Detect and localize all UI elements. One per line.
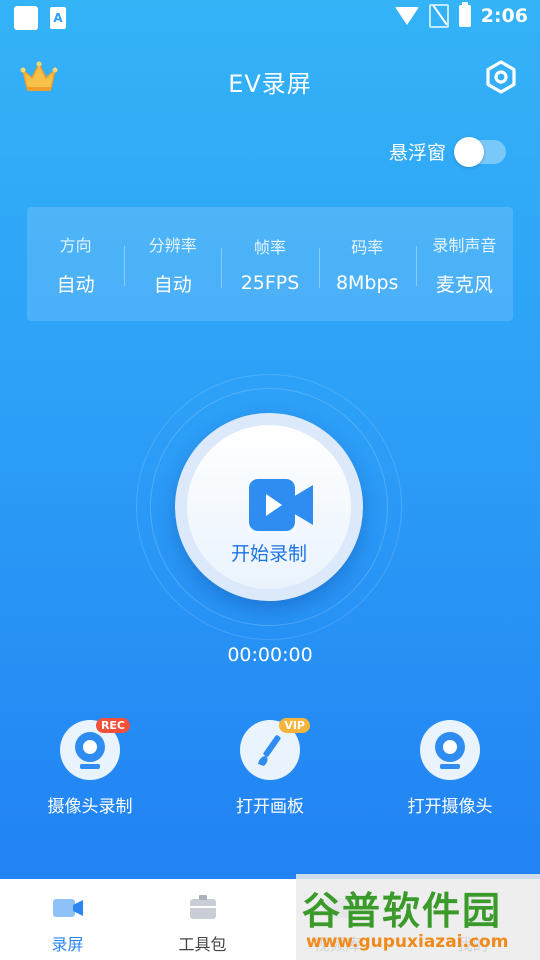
vip-badge: VIP (279, 718, 310, 733)
video-camera-icon (249, 479, 313, 531)
param-audio-source[interactable]: 录制声音 麦克风 (415, 232, 513, 297)
status-time: 2:06 (480, 5, 528, 27)
param-value: 自动 (56, 273, 95, 296)
recording-settings-panel: 方向 自动 分辨率 自动 帧率 25FPS 码率 8Mbps 录制声音 麦克风 (27, 207, 513, 321)
webcam-record-icon: REC (60, 718, 130, 780)
webcam-icon (420, 720, 480, 780)
toolbox-icon (189, 895, 216, 919)
param-bitrate[interactable]: 码率 8Mbps (318, 234, 416, 294)
floating-window-label: 悬浮窗 (388, 142, 446, 164)
floating-window-toggle[interactable] (454, 136, 506, 167)
recording-timer: 00:00:00 (227, 644, 313, 666)
record-tab-icon (52, 899, 83, 917)
watermark-title: 谷普软件园 (302, 889, 503, 933)
app-header: EV录屏 (0, 50, 540, 110)
param-value: 自动 (153, 273, 192, 296)
param-orientation[interactable]: 方向 自动 (27, 232, 124, 297)
param-label: 帧率 (254, 238, 287, 257)
brush-icon: VIP (240, 718, 310, 780)
param-label: 码率 (351, 238, 384, 257)
floating-window-row: 悬浮窗 (388, 136, 506, 167)
app-notification-icon: A (50, 7, 66, 29)
status-bar: A 2:06 (0, 0, 540, 38)
start-record-button[interactable]: 开始录制 (175, 413, 363, 601)
tab-record[interactable]: 录屏 (0, 879, 135, 960)
open-drawing-board-tool[interactable]: VIP 打开画板 (200, 718, 340, 817)
tab-label: 录屏 (51, 935, 84, 954)
settings-icon[interactable] (484, 60, 518, 94)
param-value: 25FPS (240, 272, 300, 294)
tool-label: 打开摄像头 (407, 797, 493, 817)
webcam-record-tool[interactable]: REC 摄像头录制 (20, 718, 160, 817)
tab-label: 工具包 (178, 935, 227, 954)
param-label: 录制声音 (432, 235, 497, 255)
tool-label: 摄像头录制 (47, 797, 133, 817)
watermark: 谷普软件园 www.gupuxiazai.com (296, 874, 540, 960)
tool-label: 打开画板 (236, 797, 304, 817)
param-frame-rate[interactable]: 帧率 25FPS (221, 234, 318, 294)
param-label: 方向 (59, 235, 92, 255)
open-camera-tool[interactable]: 打开摄像头 (380, 720, 520, 817)
tab-toolbox[interactable]: 工具包 (135, 879, 270, 960)
notification-icon (14, 6, 38, 30)
start-record-label: 开始录制 (230, 543, 307, 565)
toggle-knob (454, 136, 484, 167)
battery-icon (458, 2, 471, 27)
param-value: 8Mbps (335, 272, 399, 294)
no-sim-icon (428, 4, 449, 28)
wifi-icon (394, 7, 419, 25)
param-value: 麦克风 (435, 273, 493, 296)
record-button-face: 开始录制 (187, 425, 351, 589)
watermark-url: www.gupuxiazai.com (306, 932, 509, 952)
param-resolution[interactable]: 分辨率 自动 (124, 232, 221, 297)
page-title: EV录屏 (228, 70, 312, 98)
rec-badge: REC (95, 718, 130, 733)
param-label: 分辨率 (148, 235, 197, 255)
